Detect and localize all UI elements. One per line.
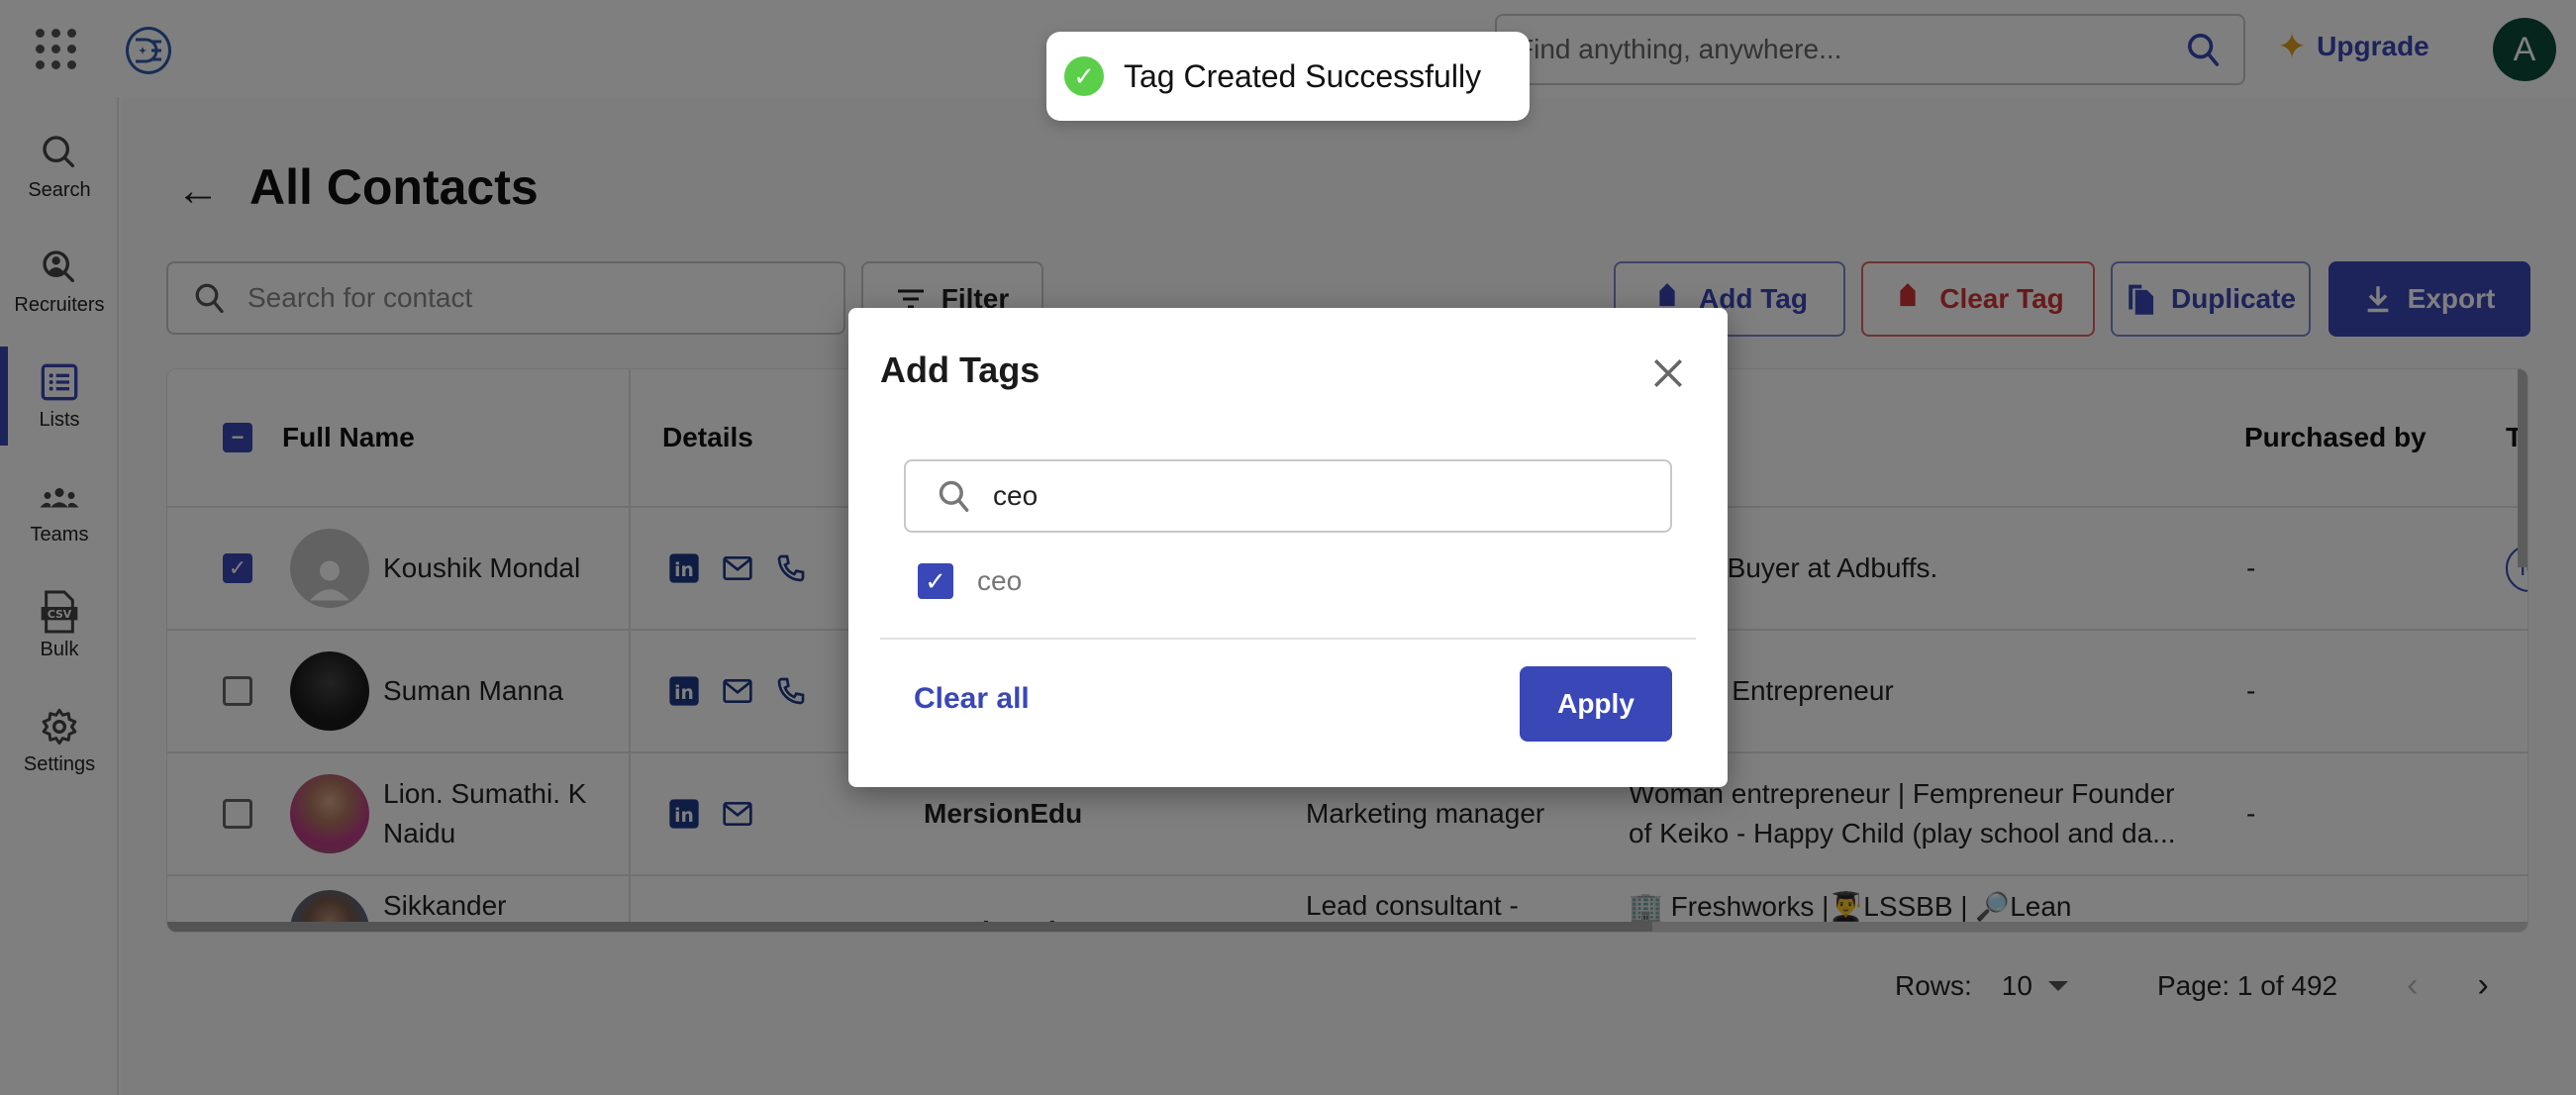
dialog-divider	[880, 638, 1696, 640]
tag-search-box[interactable]	[904, 459, 1672, 533]
tag-option-checkbox[interactable]: ✓	[918, 563, 953, 599]
add-tags-dialog: Add Tags ✓ ceo Clear all Apply	[848, 308, 1728, 787]
dialog-title: Add Tags	[880, 349, 1040, 390]
close-icon	[1653, 358, 1683, 388]
tag-option-label: ceo	[977, 565, 1023, 596]
search-icon	[939, 480, 969, 512]
clear-all-button[interactable]: Clear all	[914, 682, 1030, 716]
success-toast: ✓ Tag Created Successfully	[1046, 32, 1530, 121]
tag-search-input[interactable]	[993, 480, 1646, 512]
close-button[interactable]	[1646, 351, 1690, 395]
success-check-icon: ✓	[1064, 56, 1104, 96]
tag-option[interactable]: ✓ ceo	[918, 563, 1022, 599]
apply-button[interactable]: Apply	[1520, 666, 1672, 742]
toast-message: Tag Created Successfully	[1124, 57, 1482, 94]
